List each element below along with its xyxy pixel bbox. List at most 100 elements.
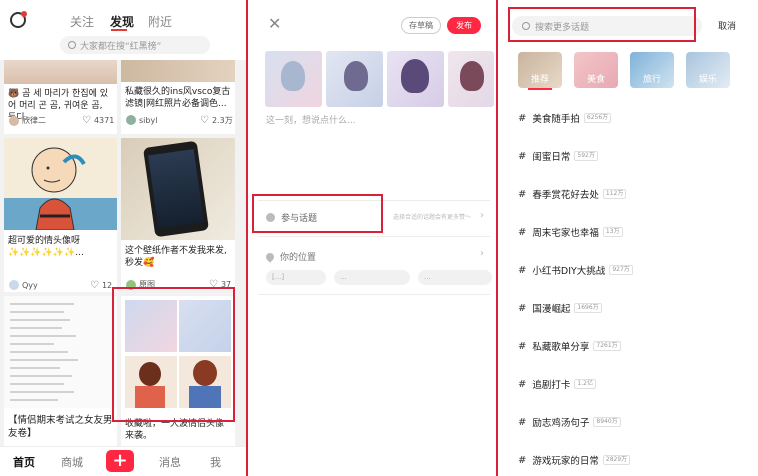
selected-image-thumb[interactable] xyxy=(387,51,444,107)
topic-item[interactable]: # 私藏歌单分享 7261万 xyxy=(518,336,621,356)
category-label: 推荐 xyxy=(530,75,549,85)
discover-panel: 关注 发现 附近 大家都在搜“红黑榜” 🐻 곰 세 마리가 한집에 있어 머리 … xyxy=(0,0,246,476)
avatar xyxy=(9,115,19,126)
topic-count: 112万 xyxy=(602,189,627,199)
topic-name: 春季赏花好去处 xyxy=(532,190,599,201)
location-chip[interactable]: ... xyxy=(418,270,492,285)
category-active-indicator xyxy=(528,88,552,90)
avatar xyxy=(126,115,136,125)
compose-panel: ✕ 存草稿 发布 这一刻，想说点什么... 参与话题 选择合适的话题会有更多赞～… xyxy=(248,0,496,476)
save-draft-button[interactable]: 存草稿 xyxy=(401,17,441,34)
category-food[interactable]: 美食 xyxy=(574,52,618,88)
exam-paper-image xyxy=(10,303,78,401)
selected-image-thumb[interactable] xyxy=(326,51,383,107)
nav-messages[interactable]: 消息 xyxy=(159,454,181,470)
hashtag-icon: # xyxy=(518,112,527,124)
tab-nearby[interactable]: 附近 xyxy=(148,13,172,30)
caption-input[interactable]: 这一刻，想说点什么... xyxy=(266,113,356,126)
phone-image xyxy=(142,140,210,238)
highlight-box xyxy=(252,194,383,233)
category-travel[interactable]: 旅行 xyxy=(630,52,674,88)
topic-name: 励志鸡汤句子 xyxy=(532,418,590,429)
bottom-nav: 首页 商城 + 消息 我 xyxy=(0,446,246,476)
tab-discover[interactable]: 发现 xyxy=(110,13,134,30)
close-icon[interactable]: ✕ xyxy=(268,14,281,33)
category-label: 美食 xyxy=(586,75,605,85)
chevron-right-icon: › xyxy=(480,210,484,221)
tab-follow[interactable]: 关注 xyxy=(70,13,94,30)
create-post-button[interactable]: + xyxy=(106,450,134,472)
hashtag-icon: # xyxy=(518,378,527,390)
selected-image-thumb[interactable] xyxy=(265,51,322,107)
search-icon xyxy=(68,41,76,49)
location-chip[interactable]: ... xyxy=(334,270,410,285)
topic-item[interactable]: # 春季赏花好去处 112万 xyxy=(518,184,627,204)
like-count: 2.3万 xyxy=(211,116,233,125)
search-bar[interactable]: 大家都在搜“红黑榜” xyxy=(60,36,210,54)
feed-card[interactable]: 🐻 곰 세 마리가 한집에 있어 머리 곤 곰, 귀여운 곰, 둥디... 欣律… xyxy=(4,60,117,134)
topic-item[interactable]: # 国漫崛起 1696万 xyxy=(518,298,602,318)
topic-name: 游戏玩家的日常 xyxy=(532,456,599,467)
topic-item[interactable]: # 游戏玩家的日常 2829万 xyxy=(518,450,631,470)
nav-home[interactable]: 首页 xyxy=(13,454,35,470)
feed-card[interactable]: 【情侣期末考试之女友男友卷】 xyxy=(4,296,117,446)
publish-button[interactable]: 发布 xyxy=(447,17,481,34)
avatar xyxy=(9,280,19,290)
nav-me[interactable]: 我 xyxy=(210,454,221,470)
category-entertainment[interactable]: 娱乐 xyxy=(686,52,730,88)
topic-name: 美食随手拍 xyxy=(532,114,580,125)
tab-active-indicator xyxy=(111,29,127,31)
category-recommend[interactable]: 推荐 xyxy=(518,52,562,88)
topic-name: 小红书DIY大挑战 xyxy=(532,266,606,277)
topic-name: 追剧打卡 xyxy=(532,380,571,391)
topic-name: 国漫崛起 xyxy=(532,304,571,315)
hashtag-icon: # xyxy=(518,454,527,466)
topic-item[interactable]: # 追剧打卡 1.2亿 xyxy=(518,374,596,394)
discover-header: 关注 发现 附近 大家都在搜“红黑榜” xyxy=(0,0,246,60)
card-title: 私藏很久的ins风vsco复古滤镜|网红照片必备调色... xyxy=(125,87,231,109)
chevron-right-icon: › xyxy=(480,248,484,259)
category-label: 娱乐 xyxy=(698,75,717,85)
divider xyxy=(258,294,490,295)
card-author: Qyy xyxy=(9,280,38,290)
topic-count: 927万 xyxy=(609,265,633,275)
card-author: sibyl xyxy=(126,115,157,125)
topic-item[interactable]: # 美食随手拍 6256万 xyxy=(518,108,612,128)
highlight-box xyxy=(112,287,235,422)
hashtag-icon: # xyxy=(518,150,527,162)
hashtag-icon: # xyxy=(518,416,527,428)
hashtag-icon: # xyxy=(518,226,527,238)
cancel-button[interactable]: 取消 xyxy=(718,19,736,32)
feed-card[interactable]: 私藏很久的ins风vsco复古滤镜|网红照片必备调色... sibyl ♡ 2.… xyxy=(121,60,235,134)
heart-icon: ♡ xyxy=(200,115,209,126)
like-count: 4371 xyxy=(93,116,115,125)
location-row[interactable]: 你的位置 xyxy=(264,250,317,263)
card-image xyxy=(4,60,117,84)
app-logo-icon[interactable] xyxy=(10,11,27,28)
location-pin-icon xyxy=(264,250,276,263)
feed-card[interactable]: 超可爱的情头像呀 ✨✨✨✨✨✨... Qyy ♡ 12 xyxy=(4,138,117,292)
topic-item[interactable]: # 励志鸡汤句子 8940万 xyxy=(518,412,621,432)
topic-item[interactable]: # 小红书DIY大挑战 927万 xyxy=(518,260,633,280)
location-label: 你的位置 xyxy=(280,253,317,263)
card-likes[interactable]: ♡ 4371 xyxy=(82,115,114,126)
card-author: 欣律二 xyxy=(9,115,46,126)
location-chip[interactable]: [...] xyxy=(266,270,326,285)
card-image xyxy=(4,138,117,231)
heart-icon: ♡ xyxy=(82,115,91,126)
selected-image-thumb[interactable] xyxy=(448,51,494,107)
topic-item[interactable]: # 闺蜜日常 592万 xyxy=(518,146,598,166)
card-title: 这个壁纸作者不发我来发, 秒发🥰 xyxy=(125,246,227,268)
card-likes[interactable]: ♡ 12 xyxy=(90,280,112,291)
topic-item[interactable]: # 周末宅家也幸福 13万 xyxy=(518,222,623,242)
hashtag-icon: # xyxy=(518,302,527,314)
topic-count: 2829万 xyxy=(602,455,631,465)
card-likes[interactable]: ♡ 2.3万 xyxy=(200,115,233,126)
category-label: 旅行 xyxy=(642,75,661,85)
hashtag-icon: # xyxy=(518,264,527,276)
divider xyxy=(258,236,490,237)
topic-name: 闺蜜日常 xyxy=(532,152,571,163)
nav-mall[interactable]: 商城 xyxy=(61,454,83,470)
feed-card[interactable]: 这个壁纸作者不发我来发, 秒发🥰 原图 ♡ 37 xyxy=(121,138,235,290)
topic-name: 私藏歌单分享 xyxy=(532,342,590,353)
